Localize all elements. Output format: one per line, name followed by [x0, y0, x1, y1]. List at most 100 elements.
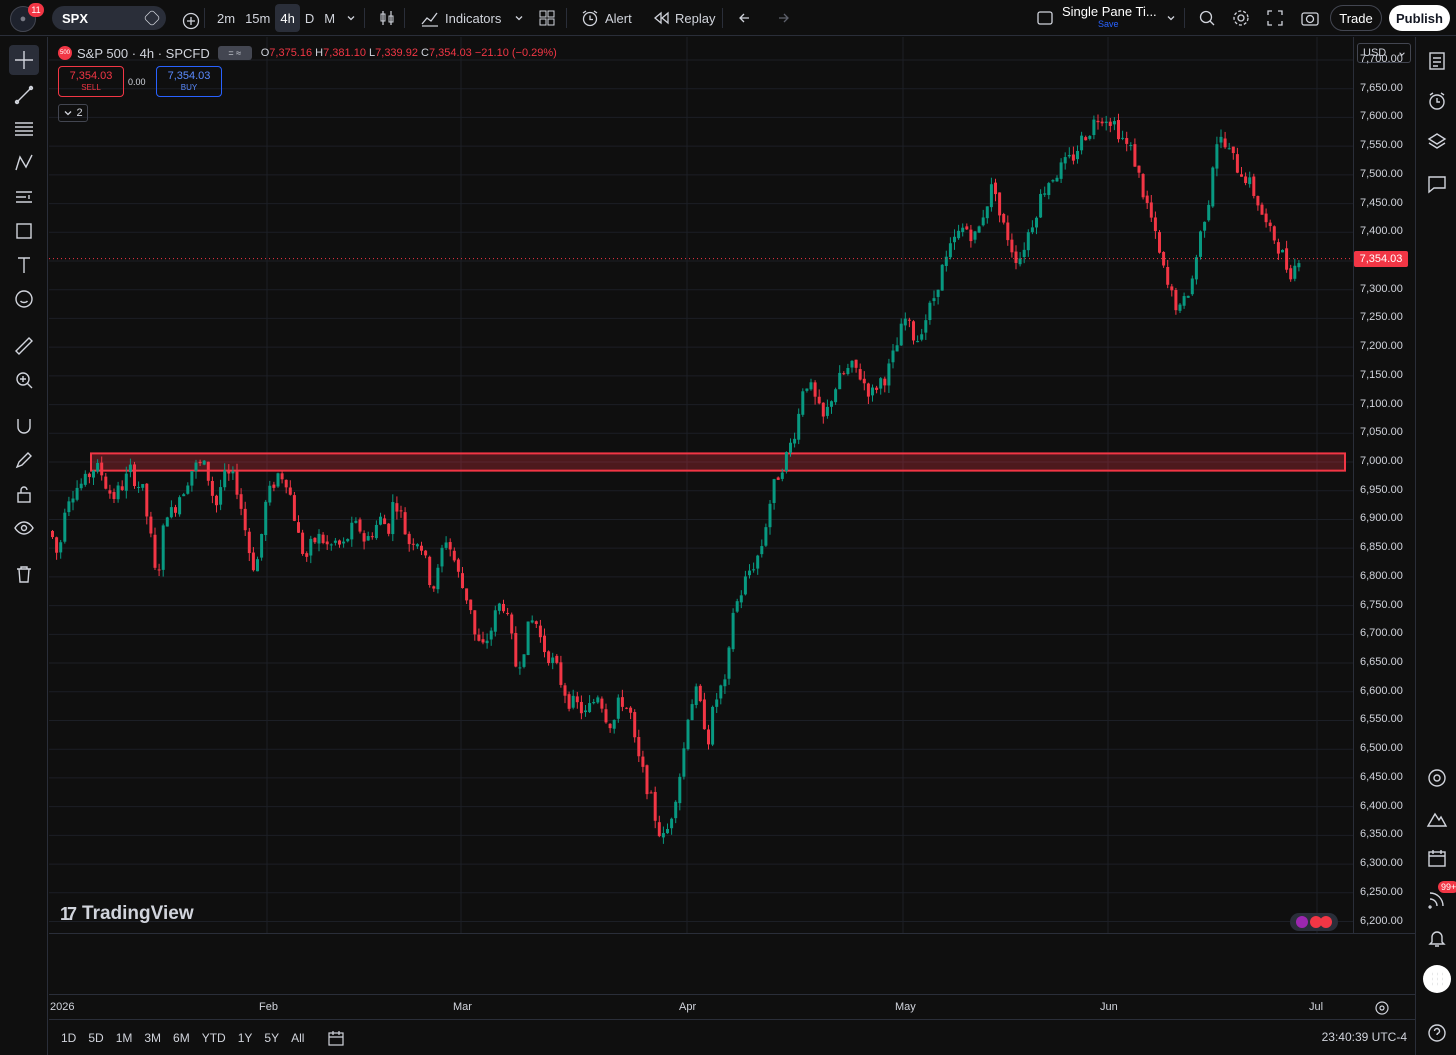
- redo-button[interactable]: [766, 4, 796, 32]
- stay-drawing-tool[interactable]: [9, 445, 39, 475]
- candle-body: [780, 472, 784, 479]
- measure-tool[interactable]: [9, 331, 39, 361]
- candle-body: [518, 667, 522, 669]
- range-All[interactable]: All: [287, 1031, 308, 1045]
- candle-body: [235, 471, 239, 495]
- publish-button[interactable]: Publish: [1389, 5, 1450, 31]
- snapshot-button[interactable]: [1294, 4, 1326, 32]
- range-5D[interactable]: 5D: [84, 1031, 107, 1045]
- divider: [204, 8, 205, 28]
- resistance-zone[interactable]: [90, 452, 1346, 472]
- alerts-panel-button[interactable]: [1423, 87, 1451, 115]
- fullscreen-button[interactable]: [1260, 4, 1290, 32]
- zone-rect[interactable]: [90, 452, 1346, 472]
- hotlists-button[interactable]: [1423, 805, 1451, 833]
- layout-dropdown[interactable]: [1160, 4, 1182, 32]
- emoji-tool[interactable]: [9, 284, 39, 314]
- pattern-tool[interactable]: [9, 148, 39, 178]
- interval-M[interactable]: M: [319, 4, 340, 32]
- candle-body: [670, 818, 674, 829]
- candle-body: [961, 227, 965, 233]
- candle-body: [313, 537, 317, 543]
- candle-body: [190, 471, 194, 486]
- range-1M[interactable]: 1M: [112, 1031, 137, 1045]
- lower-pane[interactable]: [49, 933, 1415, 995]
- calendar-button[interactable]: [1423, 844, 1451, 872]
- chart-legend[interactable]: 500 S&P 500 · 4h · SPCFD = ≈ O7,375.16 H…: [58, 44, 557, 62]
- range-3M[interactable]: 3M: [140, 1031, 165, 1045]
- settings-button[interactable]: [1226, 4, 1256, 32]
- trade-button[interactable]: Trade: [1330, 5, 1382, 31]
- settings-icon[interactable]: [1374, 1000, 1390, 1016]
- price-chart[interactable]: [49, 37, 1353, 933]
- interval-D[interactable]: D: [300, 4, 319, 32]
- range-YTD[interactable]: YTD: [198, 1031, 230, 1045]
- quick-search-button[interactable]: [1192, 4, 1222, 32]
- legend-collapse-button[interactable]: 2: [58, 104, 88, 122]
- chats-button[interactable]: [1423, 170, 1451, 198]
- candle-body: [879, 378, 883, 389]
- layout-toggle-button[interactable]: [1030, 4, 1060, 32]
- hide-drawings-tool[interactable]: [9, 513, 39, 543]
- sell-button[interactable]: 7,354.03 SELL: [58, 66, 124, 97]
- news-button[interactable]: 99+: [1423, 881, 1456, 913]
- shapes-tool[interactable]: [9, 216, 39, 246]
- products-menu-button[interactable]: [1423, 965, 1451, 993]
- replay-button[interactable]: Replay: [646, 4, 721, 32]
- time-axis[interactable]: 2026 Feb Mar Apr May Jun Jul: [49, 996, 1415, 1018]
- watchlist-button[interactable]: [1423, 47, 1451, 75]
- ideas-button[interactable]: [1423, 764, 1451, 792]
- candle-body: [284, 479, 288, 488]
- range-5Y[interactable]: 5Y: [260, 1031, 283, 1045]
- magnet-tool[interactable]: [9, 411, 39, 441]
- interval-4h[interactable]: 4h: [275, 4, 300, 32]
- object-tree-button[interactable]: [1423, 128, 1451, 156]
- range-6M[interactable]: 6M: [169, 1031, 194, 1045]
- remove-drawings-tool[interactable]: [9, 559, 39, 589]
- buy-button[interactable]: 7,354.03 BUY: [156, 66, 222, 97]
- layers-icon: [1427, 133, 1447, 149]
- candle-body: [100, 462, 104, 476]
- trend-line-tool[interactable]: [9, 80, 39, 110]
- indicators-button[interactable]: Indicators: [414, 4, 507, 32]
- symbol-search-button[interactable]: SPX: [52, 6, 166, 30]
- interval-15m[interactable]: 15m: [240, 4, 275, 32]
- legend-toggle[interactable]: = ≈: [217, 46, 252, 60]
- candlestick-chart[interactable]: [49, 37, 1353, 933]
- lock-drawings-tool[interactable]: [9, 479, 39, 509]
- date-range-icon[interactable]: [326, 1029, 346, 1047]
- undo-button[interactable]: [732, 4, 762, 32]
- alert-button[interactable]: Alert: [574, 4, 638, 32]
- ohlc-values: O7,375.16 H7,381.10 L7,339.92 C7,354.03 …: [260, 47, 557, 59]
- interval-group: 2m 15m 4h D M: [212, 4, 340, 32]
- price-axis[interactable]: USD 7,700.00 7,650.00 7,600.00 7,550.00 7,50…: [1353, 37, 1415, 933]
- compare-symbol-button[interactable]: [176, 7, 206, 35]
- candle-body: [358, 519, 362, 532]
- zoom-tool[interactable]: [9, 365, 39, 395]
- trash-icon: [17, 566, 31, 583]
- legend-title[interactable]: S&P 500 · 4h · SPCFD: [77, 46, 210, 61]
- text-tool[interactable]: [9, 250, 39, 280]
- interval-2m[interactable]: 2m: [212, 4, 240, 32]
- indicators-dropdown[interactable]: [508, 4, 530, 32]
- symbol-info-icon[interactable]: [143, 9, 161, 27]
- clock[interactable]: 23:40:39 UTC-4: [1322, 1030, 1407, 1044]
- fib-tool[interactable]: [9, 114, 39, 144]
- range-1D[interactable]: 1D: [57, 1031, 80, 1045]
- market-status-badge[interactable]: [1290, 913, 1338, 931]
- interval-dropdown-button[interactable]: [340, 4, 362, 32]
- layout-templates-button[interactable]: [532, 4, 562, 32]
- notifications-button[interactable]: [1423, 924, 1451, 952]
- candle-body: [210, 481, 214, 496]
- candle-body: [998, 192, 1002, 216]
- chart-type-button[interactable]: [372, 4, 402, 32]
- layout-name[interactable]: Single Pane Ti...: [1062, 5, 1172, 19]
- forecast-tool[interactable]: [9, 182, 39, 212]
- range-1Y[interactable]: 1Y: [234, 1031, 257, 1045]
- help-button[interactable]: [1423, 1019, 1451, 1047]
- crosshair-tool[interactable]: [9, 45, 39, 75]
- candle-body: [571, 695, 575, 708]
- candle-body: [538, 625, 542, 638]
- candle-body: [694, 686, 698, 706]
- candle-body: [387, 523, 391, 534]
